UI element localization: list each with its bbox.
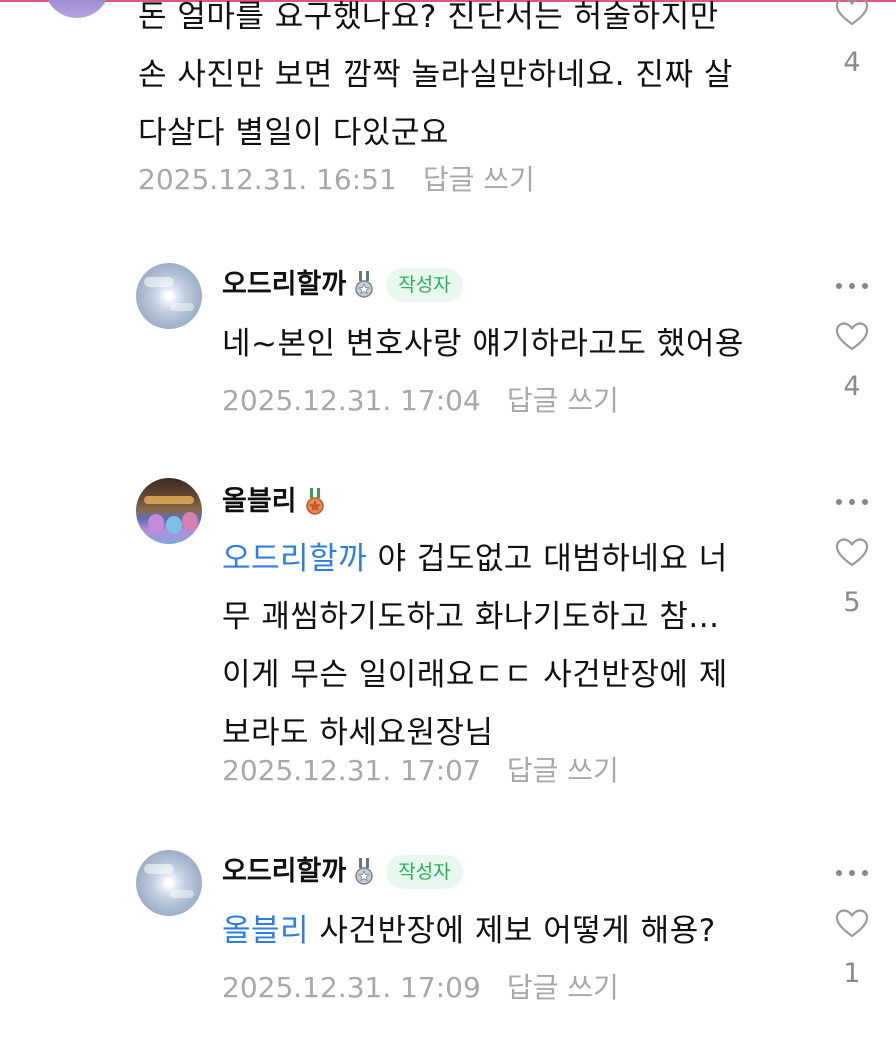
comment-timestamp: 2025.12.31. 17:07 <box>222 754 481 787</box>
like-count: 4 <box>843 371 861 402</box>
reply-button[interactable]: 답글 쓰기 <box>507 384 619 417</box>
comment-header: 오드리할까 작성자 <box>222 852 463 892</box>
comment-body: 올블리 사건반장에 제보 어떻게 해용? <box>222 902 822 960</box>
comment-item: 올블리 오드리할까 야 겁도없고 대범하네요 너 무 괘씸하기도하고 화나기도하… <box>0 470 896 800</box>
more-dots-icon[interactable] <box>836 868 868 878</box>
comment-meta: 2025.12.31. 17:07 답글 쓰기 <box>222 751 619 791</box>
reply-button[interactable]: 답글 쓰기 <box>507 971 619 1004</box>
comment-timestamp: 2025.12.31. 17:09 <box>222 971 481 1004</box>
comment-line: 이게 무슨 일이래요ㄷㄷ 사건반장에 제 <box>222 657 728 693</box>
username[interactable]: 오드리할까 <box>222 265 346 305</box>
bronze-medal-icon <box>305 488 324 515</box>
comment-line: 오드리할까 야 겁도없고 대범하네요 너 <box>222 530 822 588</box>
comment-line: 다살다 별일이 다있군요 <box>138 115 449 151</box>
comment-body: 오드리할까 야 겁도없고 대범하네요 너 무 괘씸하기도하고 화나기도하고 참.… <box>222 530 822 762</box>
comment-line: 돈 얼마를 요구했나요? 진단서는 허술하지만 <box>138 0 719 35</box>
comment-item: 오드리할까 작성자 올블리 사건반장에 제보 어떻게 해용? 2025.12.3… <box>0 842 896 1032</box>
comment-timestamp: 2025.12.31. 16:51 <box>138 163 397 196</box>
reply-button[interactable]: 답글 쓰기 <box>507 754 619 787</box>
silver-medal-icon <box>355 858 373 885</box>
mention-link[interactable]: 오드리할까 <box>222 541 367 577</box>
comment-body: 네~본인 변호사랑 얘기하라고도 했어용 <box>222 326 744 362</box>
more-dots-icon[interactable] <box>836 497 868 507</box>
like-count: 4 <box>843 47 861 78</box>
heart-outline-icon[interactable] <box>835 908 869 938</box>
comment-body: 돈 얼마를 요구했나요? 진단서는 허술하지만 손 사진만 보면 깜짝 놀라실만… <box>138 0 818 162</box>
comment-meta: 2025.12.31. 17:09 답글 쓰기 <box>222 968 619 1008</box>
more-dots-icon[interactable] <box>836 281 868 291</box>
like-count: 5 <box>843 587 861 618</box>
silver-medal-icon <box>355 271 373 298</box>
comment-text: 사건반장에 제보 어떻게 해용? <box>309 913 716 949</box>
avatar[interactable] <box>44 0 110 18</box>
comment-item: 오드리할까 작성자 네~본인 변호사랑 얘기하라고도 했어용 2025.12.3… <box>0 255 896 435</box>
mention-link[interactable]: 올블리 <box>222 913 309 949</box>
author-badge: 작성자 <box>386 268 463 302</box>
comment-meta: 2025.12.31. 17:04 답글 쓰기 <box>222 381 619 421</box>
comment-item: 돈 얼마를 요구했나요? 진단서는 허술하지만 손 사진만 보면 깜짝 놀라실만… <box>0 0 896 220</box>
username[interactable]: 올블리 <box>222 482 297 522</box>
heart-outline-icon[interactable] <box>835 0 869 26</box>
comment-header: 올블리 <box>222 482 325 522</box>
avatar[interactable] <box>136 478 202 544</box>
comment-timestamp: 2025.12.31. 17:04 <box>222 384 481 417</box>
comment-line: 손 사진만 보면 깜짝 놀라실만하네요. 진짜 살 <box>138 57 733 93</box>
comment-text: 야 겁도없고 대범하네요 너 <box>367 541 728 577</box>
reply-button[interactable]: 답글 쓰기 <box>423 163 535 196</box>
heart-outline-icon[interactable] <box>835 537 869 567</box>
avatar[interactable] <box>136 263 202 329</box>
heart-outline-icon[interactable] <box>835 321 869 351</box>
comment-line: 무 괘씸하기도하고 화나기도하고 참... <box>222 599 720 635</box>
username[interactable]: 오드리할까 <box>222 852 346 892</box>
avatar[interactable] <box>136 850 202 916</box>
author-badge: 작성자 <box>386 855 463 889</box>
comment-meta: 2025.12.31. 16:51 답글 쓰기 <box>138 160 535 200</box>
comment-header: 오드리할까 작성자 <box>222 265 463 305</box>
like-count: 1 <box>843 958 861 989</box>
